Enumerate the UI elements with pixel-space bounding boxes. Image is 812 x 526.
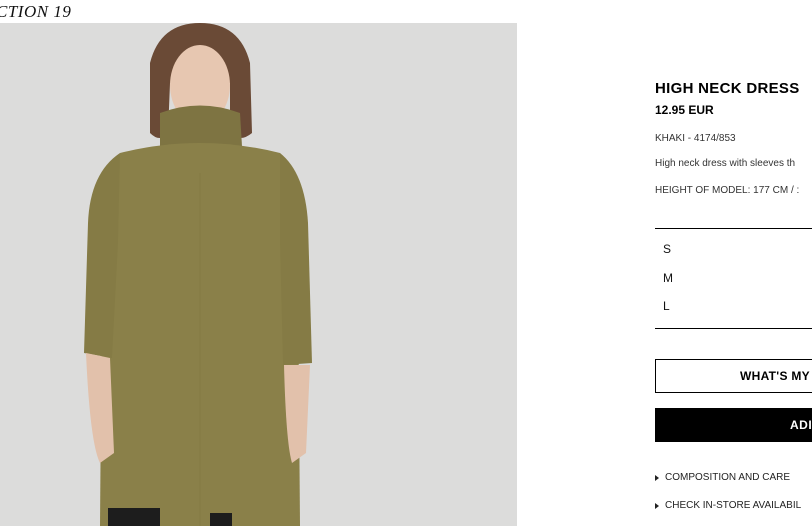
divider-top — [655, 228, 812, 229]
composition-and-care-label: COMPOSITION AND CARE — [665, 472, 791, 483]
divider-bottom — [655, 328, 812, 329]
size-option-m[interactable]: M — [663, 271, 673, 285]
check-in-store-availability-label: CHECK IN-STORE AVAILABIL — [665, 500, 802, 511]
caret-right-icon — [655, 502, 659, 509]
caret-right-icon — [655, 474, 659, 481]
size-guide-button-label: WHAT'S MY — [740, 369, 810, 383]
collection-title: CTION 19 — [0, 2, 72, 21]
product-color-reference: KHAKI - 4174/853 — [655, 133, 736, 144]
add-to-basket-button-label: ADI — [790, 418, 812, 432]
size-guide-button[interactable]: WHAT'S MY — [655, 359, 812, 393]
add-to-basket-button[interactable]: ADI — [655, 408, 812, 442]
product-name: HIGH NECK DRESS — [655, 80, 800, 97]
size-option-l[interactable]: L — [663, 299, 670, 313]
model-height: HEIGHT OF MODEL: 177 CM / : — [655, 185, 800, 196]
product-page: CTION 19 HIGH NECK DRESS 12.95 EUR KHAKI… — [0, 0, 812, 526]
product-description: High neck dress with sleeves th — [655, 158, 796, 169]
product-image[interactable] — [0, 23, 517, 526]
check-in-store-availability-link[interactable]: CHECK IN-STORE AVAILABIL — [655, 500, 801, 511]
composition-and-care-link[interactable]: COMPOSITION AND CARE — [655, 472, 790, 483]
product-price: 12.95 EUR — [655, 103, 714, 117]
size-option-s[interactable]: S — [663, 242, 671, 256]
